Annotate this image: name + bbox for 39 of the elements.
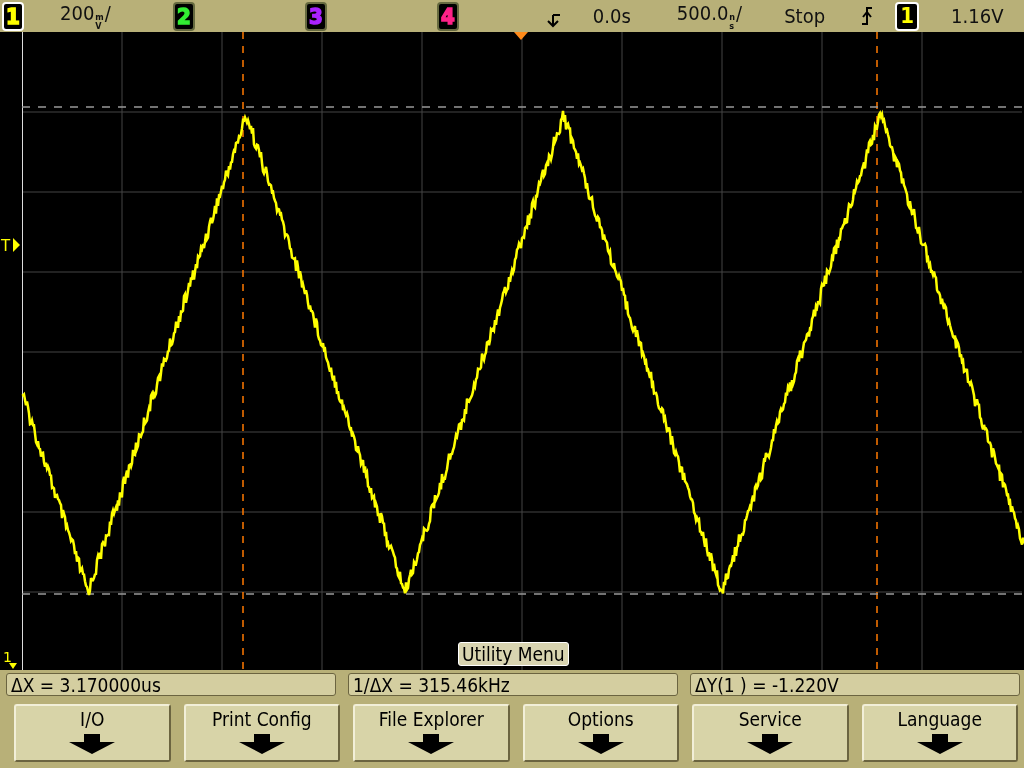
measurement-readout: 1/ΔX = 315.46kHz [348,673,678,696]
down-arrow-icon [238,734,285,754]
down-arrow-icon [408,734,455,754]
softkey-button[interactable]: Service [692,704,849,762]
channel-number: 4 [440,7,455,25]
channel-badge[interactable]: 1 [2,1,24,31]
down-arrow-icon [69,734,116,754]
measurement-readout: ΔX = 3.170000us [6,673,336,696]
measurement-readout: ΔY(1 ) = -1.220V [690,673,1020,696]
ground-arrow-icon [9,663,17,669]
rising-edge-icon [861,6,874,26]
channel-number: 1 [6,7,20,25]
channel-badge[interactable]: 2 [172,1,195,31]
softkey-button[interactable]: Print Config [183,704,340,762]
cursor-line[interactable] [242,32,244,670]
channel-number: 2 [176,7,191,25]
run-state: Stop [784,4,826,28]
menu-title: Utility Menu [458,642,569,666]
trigger-position-icon [544,14,561,28]
down-arrow-icon [916,734,963,754]
down-arrow-icon [577,734,624,754]
delay-value: 0.0s [592,4,631,28]
cursor-line[interactable] [21,106,1023,108]
softkey-button[interactable]: Language [861,704,1018,762]
channel-badge[interactable]: 4 [436,1,459,31]
channel-number: 3 [308,7,323,25]
softkey-button[interactable]: I/O [14,704,171,762]
trigger-source-badge[interactable]: 1 [895,1,920,31]
trigger-level-arrow-icon [13,238,20,252]
softkey-button[interactable]: File Explorer [353,704,510,762]
channel-badge[interactable]: 3 [304,1,327,31]
down-arrow-icon [747,734,794,754]
cursor-line[interactable] [21,593,1023,595]
trigger-level-marker: T [1,237,11,255]
cursor-line[interactable] [876,32,878,670]
ground-marker: 1 [3,649,12,665]
trigger-source-number: 1 [900,5,914,27]
softkey-button[interactable]: Options [522,704,679,762]
trigger-level: 1.16V [951,4,1004,28]
